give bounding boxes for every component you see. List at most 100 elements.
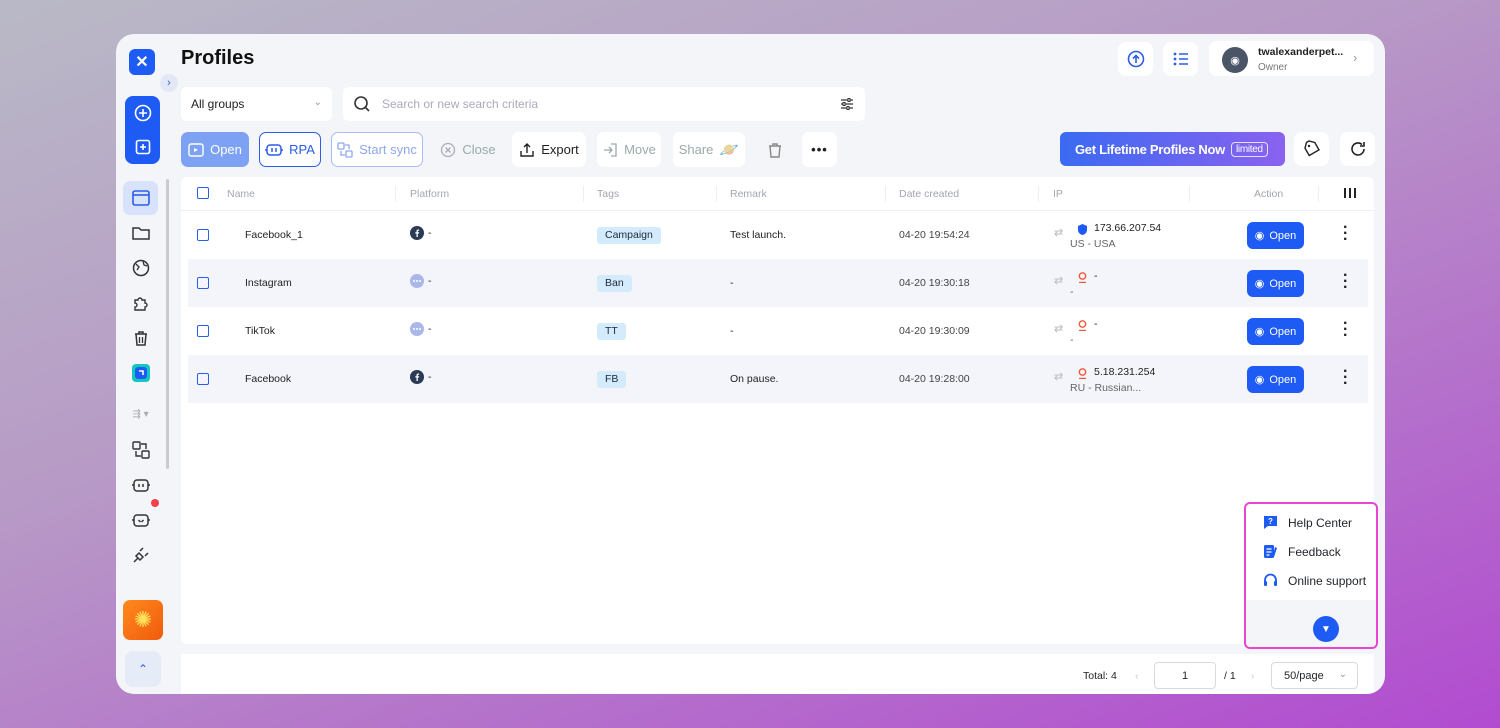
nav-profiles-icon[interactable] bbox=[123, 181, 158, 215]
search-input[interactable]: Search or new search criteria bbox=[343, 87, 865, 121]
nav-extensions-puzzle-icon[interactable] bbox=[123, 286, 158, 320]
nav-section-toggle-icon[interactable]: ⇶ ▾ bbox=[123, 404, 158, 424]
more-actions-button[interactable]: ••• bbox=[802, 132, 837, 167]
row-open-label: Open bbox=[1269, 277, 1297, 290]
help-center-icon: ? bbox=[1264, 516, 1277, 529]
ip-address: 173.66.207.54 bbox=[1094, 222, 1162, 234]
table-row[interactable]: Instagram - Ban - 04-20 19:30:18 ⇄ - - ◉… bbox=[188, 259, 1368, 307]
upload-sync-icon[interactable] bbox=[1118, 42, 1153, 76]
col-ip[interactable]: IP bbox=[1053, 188, 1063, 200]
nav-folder-icon[interactable] bbox=[123, 216, 158, 250]
task-list-icon[interactable] bbox=[1163, 42, 1198, 76]
refresh-icon[interactable] bbox=[1340, 132, 1375, 166]
online-support-item[interactable]: Online support bbox=[1262, 572, 1366, 589]
export-button[interactable]: Export bbox=[512, 132, 586, 167]
expand-sidebar-chevron-icon[interactable]: › bbox=[160, 74, 178, 92]
col-action: Action bbox=[1254, 188, 1284, 200]
profile-name[interactable]: Facebook_1 bbox=[245, 229, 303, 241]
col-name[interactable]: Name bbox=[227, 188, 255, 200]
row-more-icon[interactable]: · · · bbox=[1343, 316, 1348, 344]
row-checkbox[interactable] bbox=[197, 373, 209, 385]
user-role: Owner bbox=[1258, 62, 1288, 73]
table-row[interactable]: Facebook - FB On pause. 04-20 19:28:00 ⇄… bbox=[188, 355, 1368, 403]
help-center-item[interactable]: ? Help Center bbox=[1262, 514, 1352, 531]
platform-cell: - bbox=[410, 226, 432, 240]
group-select-value: All groups bbox=[191, 97, 245, 111]
profile-name[interactable]: Facebook bbox=[245, 373, 291, 385]
next-page-icon[interactable]: › bbox=[1251, 670, 1255, 682]
nav-proxy-globe-icon[interactable] bbox=[123, 251, 158, 285]
promo-banner[interactable]: Get Lifetime Profiles Now limited bbox=[1060, 132, 1285, 166]
swap-arrows-icon: ⇄ bbox=[1054, 275, 1064, 287]
batch-create-icon[interactable] bbox=[125, 130, 160, 164]
filter-sliders-icon[interactable] bbox=[839, 96, 855, 117]
share-button-label: Share bbox=[678, 142, 714, 157]
row-open-button[interactable]: ◉ Open bbox=[1247, 318, 1304, 345]
promo-sun-icon[interactable]: ✺ bbox=[123, 600, 163, 640]
share-button[interactable]: Share 🪐 bbox=[673, 132, 745, 167]
profile-name[interactable]: TikTok bbox=[245, 325, 275, 337]
online-support-label: Online support bbox=[1288, 573, 1367, 588]
new-profile-icon[interactable] bbox=[125, 96, 160, 130]
nav-robot-plus-icon[interactable] bbox=[123, 503, 158, 537]
export-button-label: Export bbox=[541, 142, 579, 157]
row-open-button[interactable]: ◉ Open bbox=[1247, 366, 1304, 393]
column-divider bbox=[716, 186, 717, 202]
nav-trash-icon[interactable] bbox=[123, 321, 158, 355]
col-date-created[interactable]: Date created bbox=[899, 188, 959, 200]
row-checkbox[interactable] bbox=[197, 325, 209, 337]
user-menu[interactable]: ◉ twalexanderpet... Owner › bbox=[1209, 41, 1374, 76]
table-row[interactable]: Facebook_1 - Campaign Test launch. 04-20… bbox=[188, 211, 1368, 259]
page-number-input[interactable]: 1 bbox=[1154, 662, 1216, 689]
col-remark[interactable]: Remark bbox=[730, 188, 767, 200]
close-button[interactable]: Close bbox=[434, 132, 502, 167]
page-size-select[interactable]: 50/page ⌄ bbox=[1271, 662, 1358, 689]
nav-sync-icon[interactable] bbox=[123, 433, 158, 467]
move-button[interactable]: Move bbox=[597, 132, 661, 167]
table-row[interactable]: TikTok - TT - 04-20 19:30:09 ⇄ - - ◉ Open… bbox=[188, 307, 1368, 355]
platform-cell: - bbox=[410, 274, 432, 288]
rpa-button[interactable]: RPA bbox=[259, 132, 321, 167]
sidebar-scrollbar[interactable] bbox=[166, 179, 169, 469]
date-created: 04-20 19:54:24 bbox=[899, 229, 970, 241]
nav-api-plug-icon[interactable] bbox=[123, 538, 158, 572]
nav-app-tile-icon[interactable] bbox=[123, 356, 158, 390]
row-checkbox[interactable] bbox=[197, 229, 209, 241]
col-platform[interactable]: Platform bbox=[410, 188, 449, 200]
robot-icon bbox=[265, 143, 284, 156]
search-placeholder: Search or new search criteria bbox=[382, 97, 539, 111]
row-open-button[interactable]: ◉ Open bbox=[1247, 222, 1304, 249]
select-all-checkbox[interactable] bbox=[197, 187, 209, 199]
group-select[interactable]: All groups ⌄ bbox=[181, 87, 332, 121]
profiles-table: Name Platform Tags Remark Date created I… bbox=[181, 177, 1374, 644]
column-divider bbox=[395, 186, 396, 202]
tag-icon[interactable] bbox=[1294, 132, 1329, 166]
row-checkbox[interactable] bbox=[197, 277, 209, 289]
delete-button[interactable] bbox=[757, 132, 792, 167]
chevron-down-icon: ⌄ bbox=[313, 97, 322, 108]
help-toggle-caret-icon[interactable]: ▼ bbox=[1313, 616, 1339, 642]
profile-name[interactable]: Instagram bbox=[245, 277, 292, 289]
column-divider bbox=[885, 186, 886, 202]
col-tags[interactable]: Tags bbox=[597, 188, 619, 200]
sync-icon bbox=[337, 141, 353, 158]
row-more-icon[interactable]: · · · bbox=[1343, 220, 1348, 248]
tag-badge: FB bbox=[597, 371, 627, 388]
ip-location: - bbox=[1070, 286, 1074, 298]
swap-arrows-icon: ⇄ bbox=[1054, 227, 1064, 239]
feedback-item[interactable]: Feedback bbox=[1262, 543, 1341, 560]
nav-rpa-robot-icon[interactable] bbox=[123, 468, 158, 502]
start-sync-button[interactable]: Start sync bbox=[331, 132, 423, 167]
start-sync-label: Start sync bbox=[359, 142, 417, 157]
collapse-toggle-icon[interactable]: ⌃ bbox=[125, 651, 161, 687]
browser-icon: ◉ bbox=[1254, 374, 1265, 386]
row-more-icon[interactable]: · · · bbox=[1343, 364, 1348, 392]
page-title: Profiles bbox=[181, 47, 255, 69]
prev-page-icon[interactable]: ‹ bbox=[1135, 670, 1139, 682]
row-open-button[interactable]: ◉ Open bbox=[1247, 270, 1304, 297]
open-button[interactable]: Open bbox=[181, 132, 249, 167]
table-header: Name Platform Tags Remark Date created I… bbox=[181, 177, 1374, 211]
columns-settings-icon[interactable] bbox=[1343, 186, 1357, 203]
platform-cell: - bbox=[410, 322, 432, 336]
row-more-icon[interactable]: · · · bbox=[1343, 268, 1348, 296]
